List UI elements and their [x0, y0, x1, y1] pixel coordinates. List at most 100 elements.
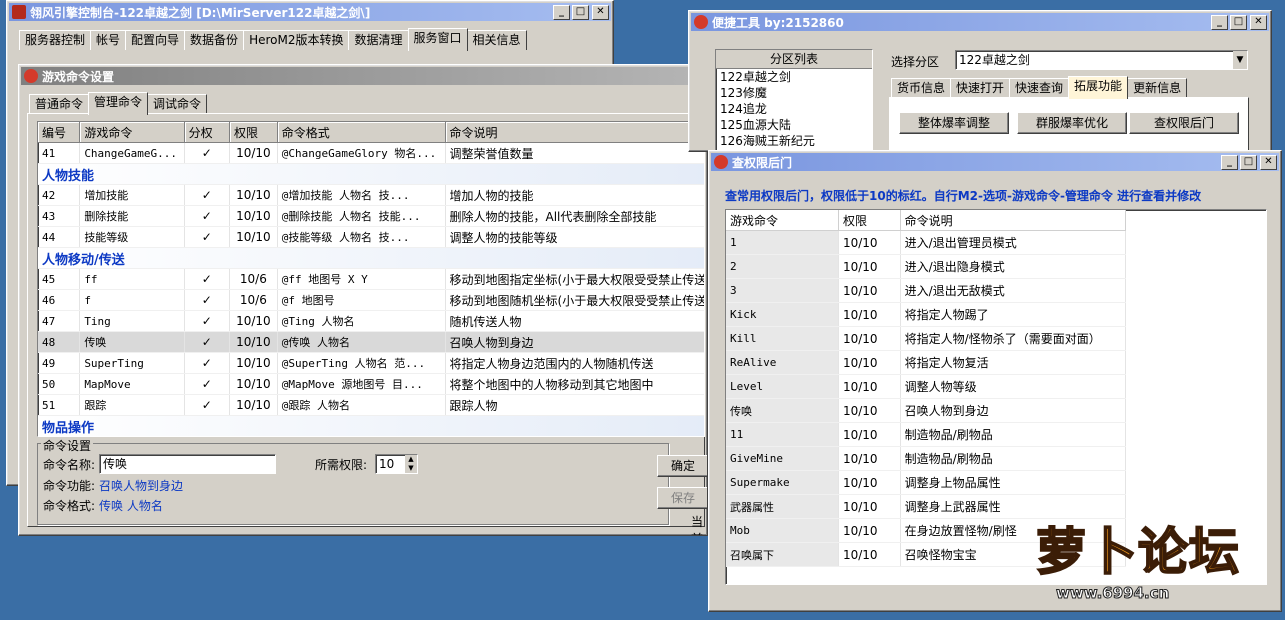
tab-command-2[interactable]: 调试命令 [147, 94, 208, 114]
table-row[interactable]: 50 MapMove ✓ 10/10 @MapMove 源地图号 目... 将整个地图中的… [38, 373, 704, 395]
cell-perm: 10/10 [229, 373, 278, 395]
column-header[interactable]: 权限 [229, 122, 278, 143]
main-console-title: 翎风引擎控制台-122卓越之剑 [D:\MirServer122卓越之剑\] [30, 5, 371, 20]
minimize-icon[interactable]: _ [1211, 14, 1228, 30]
tab-quick-0[interactable]: 货币信息 [891, 78, 952, 98]
table-row[interactable]: 46 f ✓ 10/6 @f 地图号 移动到地图随机坐标(小于最大权限受受禁止传送 [38, 289, 704, 311]
cell-desc: 制造物品/刷物品 [900, 422, 1127, 447]
tab-quick-2[interactable]: 快速查询 [1009, 78, 1070, 98]
tab-quick-1[interactable]: 快速打开 [950, 78, 1011, 98]
cell-perm: 10/10 [838, 278, 901, 303]
command-format-value: 传唤 人物名 [99, 499, 163, 513]
quick-action-button-1[interactable]: 群服爆率优化 [1017, 112, 1127, 134]
table-row[interactable]: 43 删除技能 ✓ 10/10 @删除技能 人物名 技能... 删除人物的技能，All代表… [38, 205, 704, 227]
minimize-icon[interactable]: _ [1221, 154, 1238, 170]
table-row[interactable]: 47 Ting ✓ 10/10 @Ting 人物名 随机传送人物 [38, 310, 704, 332]
tab-quick-3[interactable]: 拓展功能 [1068, 76, 1129, 99]
close-icon[interactable]: ✕ [1260, 154, 1277, 170]
server-list-item[interactable]: 124追龙 [716, 101, 872, 117]
table-row[interactable]: 48 传唤 ✓ 10/10 @传唤 人物名 召唤人物到身边 [38, 331, 704, 353]
main-console-titlebar[interactable]: 翎风引擎控制台-122卓越之剑 [D:\MirServer122卓越之剑\] _… [9, 3, 611, 21]
tab-main-2[interactable]: 配置向导 [125, 30, 186, 50]
server-select[interactable]: 122卓越之剑 ▼ [955, 50, 1248, 70]
column-header[interactable]: 命令说明 [900, 210, 1127, 231]
cell-perm: 10/10 [229, 142, 278, 164]
column-header[interactable]: 编号 [38, 122, 81, 143]
command-settings-titlebar[interactable]: 游戏命令设置 [21, 67, 705, 85]
tab-command-1[interactable]: 管理命令 [88, 92, 149, 115]
cell-desc: 将指定人物身边范围内的人物随机传送 [445, 352, 704, 374]
watermark-logo-text: 萝卜论坛 [1035, 522, 1240, 582]
table-row[interactable]: 51 跟踪 ✓ 10/10 @跟踪 人物名 跟踪人物 [38, 394, 704, 416]
table-row[interactable]: 1 10/10 进入/退出管理员模式 [726, 230, 1127, 255]
server-list-item[interactable]: 123修魔 [716, 85, 872, 101]
chevron-down-icon[interactable]: ▼ [1233, 51, 1247, 69]
cell-perm: 10/10 [229, 352, 278, 374]
column-header[interactable]: 权限 [838, 210, 901, 231]
table-row[interactable]: 42 增加技能 ✓ 10/10 @增加技能 人物名 技... 增加人物的技能 [38, 184, 704, 206]
required-permission-stepper[interactable]: 10 ▲ ▼ [375, 454, 418, 474]
table-row[interactable]: 传唤 10/10 召唤人物到身边 [726, 398, 1127, 423]
table-row[interactable]: 5211✓10/10@11 物品名称 数量制造物品/刷物品 [38, 437, 705, 438]
command-name-input[interactable]: 传唤 [99, 454, 276, 474]
column-header[interactable]: 命令说明 [445, 122, 704, 143]
cell-cmd: Level [726, 374, 839, 399]
save-button[interactable]: 保存 [657, 487, 707, 509]
tab-main-6[interactable]: 服务窗口 [407, 28, 468, 51]
ok-button[interactable]: 确定 [657, 455, 707, 477]
main-tab-strip: 服务器控制 帐号 配置向导 数据备份 HeroM2版本转换 数据清理 服务窗口 相关信息 [19, 27, 527, 51]
cell-perm: 10/10 [229, 310, 278, 332]
table-row[interactable]: ReAlive 10/10 将指定人物复活 [726, 350, 1127, 375]
maximize-icon[interactable]: □ [1240, 154, 1257, 170]
table-row[interactable]: GiveMine 10/10 制造物品/刷物品 [726, 446, 1127, 471]
table-row[interactable]: Kill 10/10 将指定人物/怪物杀了（需要面对面） [726, 326, 1127, 351]
table-row[interactable]: 41 ChangeGameG... ✓ 10/10 @ChangeGameGlory 物… [38, 142, 704, 164]
tab-command-0[interactable]: 普通命令 [29, 94, 90, 114]
table-row[interactable]: 44 技能等级 ✓ 10/10 @技能等级 人物名 技... 调整人物的技能等级 [38, 226, 704, 248]
table-row[interactable]: 45 ff ✓ 10/6 @ff 地图号 X Y 移动到地图指定坐标(小于最大权限受受禁止… [38, 268, 704, 290]
table-row[interactable]: 11 10/10 制造物品/刷物品 [726, 422, 1127, 447]
tab-main-1[interactable]: 帐号 [90, 30, 127, 50]
column-header[interactable]: 游戏命令 [79, 122, 185, 143]
close-icon[interactable]: ✕ [592, 4, 609, 20]
table-row[interactable]: 武器属性 10/10 调整身上武器属性 [726, 494, 1127, 519]
server-list-item[interactable]: 122卓越之剑 [716, 69, 872, 85]
server-list-item[interactable]: 125血源大陆 [716, 117, 872, 133]
table-row[interactable]: Level 10/10 调整人物等级 [726, 374, 1127, 399]
table-row[interactable]: Supermake 10/10 调整身上物品属性 [726, 470, 1127, 495]
tab-main-0[interactable]: 服务器控制 [19, 30, 92, 50]
column-header[interactable]: 游戏命令 [726, 210, 839, 231]
column-header[interactable]: 命令格式 [277, 122, 446, 143]
maximize-icon[interactable]: □ [1230, 14, 1247, 30]
cell-desc: 移动到地图随机坐标(小于最大权限受受禁止传送 [445, 289, 704, 311]
cell-desc: 将指定人物复活 [900, 350, 1127, 375]
tab-main-7[interactable]: 相关信息 [466, 30, 527, 50]
maximize-icon[interactable]: □ [572, 4, 589, 20]
server-list-item[interactable]: 126海贼王新纪元 [716, 133, 872, 149]
app-icon [714, 155, 728, 169]
tab-main-4[interactable]: HeroM2版本转换 [243, 30, 350, 50]
quick-tools-titlebar[interactable]: 便捷工具 by:2152860 _ □ ✕ [691, 13, 1269, 31]
table-row[interactable]: 49 SuperTing ✓ 10/10 @SuperTing 人物名 范... 将指定人… [38, 352, 704, 374]
minimize-icon[interactable]: _ [553, 4, 570, 20]
stepper-arrows-icon[interactable]: ▲ ▼ [405, 455, 417, 473]
permission-check-titlebar[interactable]: 查权限后门 _ □ ✕ [711, 153, 1279, 171]
quick-action-button-0[interactable]: 整体爆率调整 [899, 112, 1009, 134]
cell-desc: 将整个地图中的人物移动到其它地图中 [445, 373, 704, 395]
group-row: 人物移动/传送 [38, 247, 704, 269]
column-header[interactable]: 分权 [184, 122, 230, 143]
quick-action-button-2[interactable]: 查权限后门 [1129, 112, 1239, 134]
tab-main-3[interactable]: 数据备份 [184, 30, 245, 50]
cell-perm: 10/10 [838, 350, 901, 375]
table-row[interactable]: 3 10/10 进入/退出无敌模式 [726, 278, 1127, 303]
cell-id: 41 [38, 142, 81, 164]
tab-quick-4[interactable]: 更新信息 [1127, 78, 1188, 98]
close-icon[interactable]: ✕ [1250, 14, 1267, 30]
cell-cmd: GiveMine [726, 446, 839, 471]
table-row[interactable]: Kick 10/10 将指定人物踢了 [726, 302, 1127, 327]
table-row[interactable]: 2 10/10 进入/退出隐身模式 [726, 254, 1127, 279]
cell-cmd: Ting [79, 310, 185, 332]
cell-cmd: 跟踪 [79, 394, 185, 416]
tab-main-5[interactable]: 数据清理 [348, 30, 409, 50]
cell-id: 48 [38, 331, 81, 353]
